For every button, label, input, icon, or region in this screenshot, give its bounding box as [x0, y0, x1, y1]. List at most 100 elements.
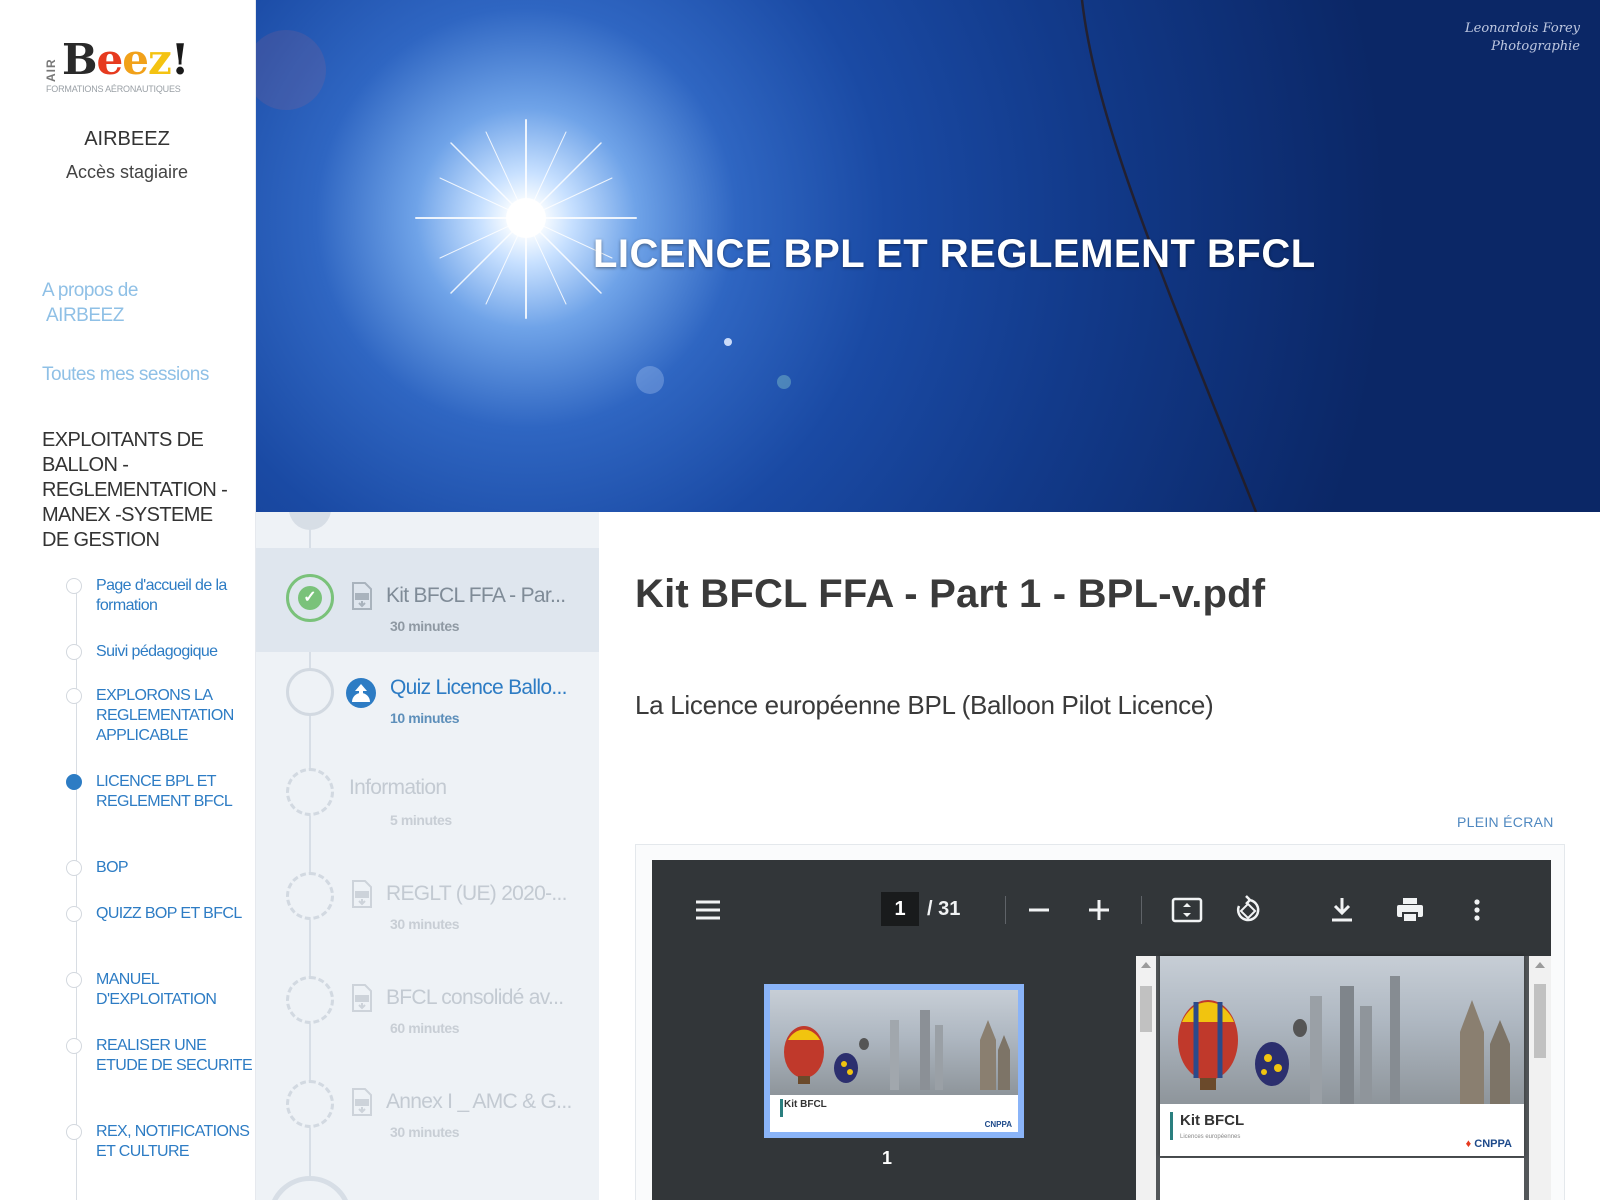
page-total: / 31 — [927, 898, 961, 920]
pdf-page-1: Kit BFCL Licences européennes ♦ CNPPA — [1160, 956, 1524, 1156]
lesson-content: Kit BFCL FFA - Part 1 - BPL-v.pdf La Lic… — [599, 512, 1600, 1200]
more-options-icon[interactable] — [1461, 894, 1493, 926]
step-label: REALISER UNE ETUDE DE SECURITE — [96, 1037, 253, 1074]
pdf-document-icon — [352, 880, 372, 908]
step-item-etude-securite[interactable]: REALISER UNE ETUDE DE SECURITE — [66, 1036, 254, 1076]
pdf-toolbar: 1 / 31 — [652, 860, 1551, 956]
step-dot — [66, 1038, 82, 1054]
zoom-in-icon[interactable] — [1083, 894, 1115, 926]
scroll-up-arrow-icon[interactable] — [1529, 958, 1551, 974]
photo-credit-role: Photographie — [1491, 39, 1580, 54]
lesson-duration: 10 minutes — [390, 710, 460, 726]
page-scrollbar-thumb[interactable] — [1534, 984, 1546, 1058]
pdf-page-2 — [1160, 1158, 1524, 1200]
step-dot — [66, 578, 82, 594]
thumbnail-slide-footer: Kit BFCL CNPPA — [770, 1095, 1018, 1132]
step-dot — [66, 644, 82, 660]
slide-accent-bar — [1170, 1112, 1173, 1140]
step-label: LICENCE BPL ET REGLEMENT BFCL — [96, 773, 233, 810]
lesson-title: Kit BFCL FFA - Par... — [386, 584, 566, 607]
pdf-viewer[interactable]: 1 / 31 Kit BFCL CNPPA 1 Kit BFCL Licence… — [652, 860, 1551, 1200]
about-link-line1: A propos de — [42, 280, 138, 301]
lesson-status-locked — [286, 872, 334, 920]
lesson-duration: 5 minutes — [390, 812, 452, 828]
step-item-tracking[interactable]: Suivi pédagogique — [66, 642, 254, 662]
print-icon[interactable] — [1394, 894, 1426, 926]
thumbnail-scrollbar-thumb[interactable] — [1140, 986, 1152, 1032]
thumbnail-cnppa-logo: CNPPA — [984, 1119, 1012, 1129]
fullscreen-button[interactable]: PLEIN ÉCRAN — [1457, 814, 1554, 830]
pdf-document-icon — [352, 984, 372, 1012]
lesson-item-annex-amc[interactable]: Annex I _ AMC & G... 30 minutes — [256, 1068, 599, 1172]
step-label: Suivi pédagogique — [96, 643, 218, 660]
logo-beez-text: Beez! — [62, 35, 189, 84]
step-label: QUIZZ BOP ET BFCL — [96, 905, 242, 922]
step-dot — [66, 906, 82, 922]
zoom-out-icon[interactable] — [1023, 894, 1055, 926]
page-scrollbar[interactable] — [1529, 956, 1551, 1200]
step-label: BOP — [96, 859, 129, 876]
lesson-duration: 60 minutes — [390, 1020, 460, 1036]
step-item-licence-bpl[interactable]: LICENCE BPL ET REGLEMENT BFCL — [66, 772, 254, 812]
step-label: REX, NOTIFICATIONS ET CULTURE — [96, 1123, 250, 1160]
document-title: Kit BFCL FFA - Part 1 - BPL-v.pdf — [635, 572, 1266, 616]
pdf-document-icon — [352, 582, 372, 610]
page-slide-subtitle: Licences européennes — [1180, 1134, 1241, 1140]
scroll-up-arrow-icon[interactable] — [1136, 958, 1156, 974]
page-slide-title: Kit BFCL — [1180, 1112, 1245, 1129]
step-item-rex[interactable]: REX, NOTIFICATIONS ET CULTURE — [66, 1122, 254, 1162]
page-slide-footer: Kit BFCL Licences européennes ♦ CNPPA — [1160, 1104, 1524, 1156]
module-title: LICENCE BPL ET REGLEMENT BFCL — [593, 232, 1316, 276]
rotate-icon[interactable] — [1232, 894, 1264, 926]
timeline-bottom-cap — [268, 1176, 352, 1200]
logo-tagline: FORMATIONS AÉRONAUTIQUES — [46, 84, 181, 94]
menu-icon[interactable] — [692, 894, 724, 926]
thumbnail-slide-title: Kit BFCL — [784, 1099, 827, 1111]
photo-credit: Leonardois Forey Photographie — [1465, 20, 1580, 56]
lesson-item-bfcl-consolide[interactable]: BFCL consolidé av... 60 minutes — [256, 964, 599, 1068]
access-label: Accès stagiaire — [65, 162, 189, 182]
step-label: MANUEL D'EXPLOITATION — [96, 971, 217, 1008]
lesson-title: REGLT (UE) 2020-... — [386, 882, 568, 905]
lesson-status-open — [286, 668, 334, 716]
page-balloon-image — [1160, 956, 1524, 1104]
lesson-title: Information — [349, 776, 447, 799]
page-number-input[interactable]: 1 — [881, 892, 919, 926]
download-icon[interactable] — [1326, 894, 1358, 926]
lesson-title: Annex I _ AMC & G... — [386, 1090, 572, 1113]
thumbnail-page-number: 1 — [882, 1148, 893, 1168]
lesson-item-quiz-licence[interactable]: Quiz Licence Ballo... 10 minutes — [256, 652, 599, 756]
lesson-status-locked — [286, 768, 334, 816]
step-label: EXPLORONS LA REGLEMENTATION APPLICABLE — [96, 687, 234, 744]
step-item-home[interactable]: Page d'accueil de la formation — [66, 576, 254, 616]
airbeez-logo[interactable]: AIR Beez! FORMATIONS AÉRONAUTIQUES — [44, 36, 214, 96]
lesson-item-kit-bfcl[interactable]: ✓ Kit BFCL FFA - Par... 30 minutes — [256, 548, 599, 652]
step-item-regulation[interactable]: EXPLORONS LA REGLEMENTATION APPLICABLE — [66, 686, 254, 746]
step-dot — [66, 860, 82, 876]
step-item-quizz-bop[interactable]: QUIZZ BOP ET BFCL — [66, 904, 254, 924]
step-item-manuel[interactable]: MANUEL D'EXPLOITATION — [66, 970, 254, 1010]
page-thumbnail-selected[interactable]: Kit BFCL CNPPA — [764, 984, 1024, 1138]
all-sessions-link[interactable]: Toutes mes sessions — [42, 362, 209, 387]
sidebar: AIR Beez! FORMATIONS AÉRONAUTIQUES AIRBE… — [0, 0, 256, 1200]
hero-banner: Leonardois Forey Photographie LICENCE BP… — [256, 0, 1600, 512]
toolbar-separator — [1141, 896, 1142, 924]
about-link[interactable]: A propos de AIRBEEZ — [42, 278, 138, 328]
step-dot-active — [66, 774, 82, 790]
course-section-title[interactable]: EXPLOITANTS DE BALLON - REGLEMENTATION -… — [42, 428, 242, 553]
step-dot — [66, 688, 82, 704]
quiz-icon — [346, 678, 376, 708]
step-item-bop[interactable]: BOP — [66, 858, 254, 878]
lesson-title: Quiz Licence Ballo... — [390, 676, 567, 699]
page: AIR Beez! FORMATIONS AÉRONAUTIQUES AIRBE… — [0, 0, 1600, 1200]
about-link-line2: AIRBEEZ — [46, 305, 124, 326]
lesson-item-information[interactable]: Information 5 minutes — [256, 756, 599, 860]
steps-tree-line — [76, 585, 77, 1200]
logo-air-text: AIR — [44, 58, 58, 82]
lesson-item-reglt-ue[interactable]: REGLT (UE) 2020-... 30 minutes — [256, 860, 599, 964]
lesson-status-locked — [286, 1080, 334, 1128]
fit-page-icon[interactable] — [1171, 894, 1203, 926]
timeline-top-cap — [289, 512, 331, 530]
toolbar-separator — [1005, 896, 1006, 924]
thumbnail-scrollbar[interactable] — [1136, 956, 1156, 1200]
